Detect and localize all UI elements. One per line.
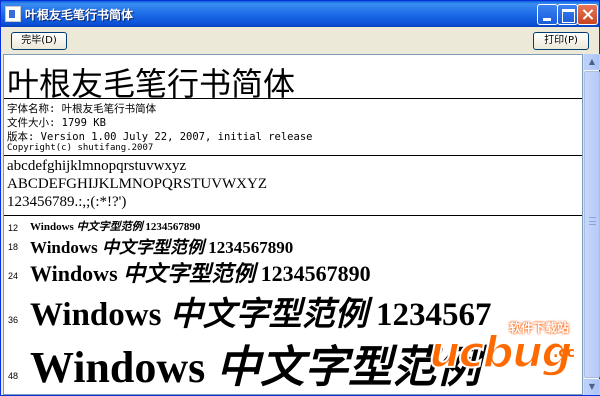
file-size-info: 文件大小: 1799 KB	[7, 117, 106, 129]
charset-digits: 123456789.:,;(:*!?')	[7, 194, 127, 210]
sample-latin: Windows	[30, 238, 98, 257]
grip-icon	[589, 217, 596, 225]
sample-latin: Windows	[30, 297, 162, 333]
minimize-button[interactable]	[537, 4, 558, 25]
done-button[interactable]: 完毕(D)	[11, 32, 67, 50]
sample-cjk: 中文字型范例	[123, 261, 256, 287]
copyright-info: Copyright(c) shutifang.2007	[7, 143, 154, 153]
sample-cjk: 中文字型范例	[101, 238, 204, 258]
scrollbar-thumb[interactable]	[584, 71, 600, 378]
title-bar[interactable]: 叶根友毛笔行书简体	[1, 1, 599, 27]
divider	[4, 98, 582, 99]
sample-line: Windows 中文字型范例 1234567	[30, 287, 491, 335]
size-label: 12	[8, 223, 19, 233]
sample-latin: Windows	[30, 261, 118, 286]
font-viewer-window: 叶根友毛笔行书简体 完毕(D) 打印(P) 叶根友毛笔行书简体 字体名称: 叶根…	[0, 0, 600, 396]
charset-uppercase: ABCDEFGHIJKLMNOPQRSTUVWXYZ	[7, 176, 268, 192]
sample-line: Windows 中文字型范例 1234567890	[30, 218, 200, 234]
app-icon[interactable]	[5, 6, 21, 22]
print-button[interactable]: 打印(P)	[533, 32, 589, 50]
divider	[4, 155, 582, 156]
size-label: 18	[8, 242, 19, 252]
scroll-up-arrow-icon[interactable]: ▲	[584, 54, 600, 70]
maximize-button[interactable]	[557, 4, 578, 25]
divider	[4, 215, 582, 216]
site-watermark-logo: 软件下载站 ucbug .cc	[428, 317, 579, 385]
vertical-scrollbar[interactable]: ▲ ▼	[583, 54, 600, 395]
size-label: 48	[8, 371, 19, 381]
sample-line: Windows 中文字型范例 1234567890	[30, 256, 371, 288]
watermark-suffix: .cc	[553, 345, 575, 361]
scroll-down-arrow-icon[interactable]: ▼	[584, 379, 600, 395]
sample-digits: 1234567890	[145, 221, 201, 233]
sample-digits: 1234567890	[260, 261, 371, 286]
close-button[interactable]	[577, 4, 598, 25]
sample-latin: Windows	[30, 221, 74, 233]
window-title: 叶根友毛笔行书简体	[25, 8, 134, 22]
size-label: 36	[8, 315, 19, 325]
sample-line: Windows 中文字型范例 1234567890	[30, 233, 293, 258]
sample-cjk: 中文字型范例	[76, 220, 143, 233]
charset-lowercase: abcdefghijklmnopqrstuvwxyz	[7, 158, 187, 174]
sample-digits: 1234567890	[208, 238, 294, 257]
sample-latin: Windows	[30, 343, 206, 392]
watermark-logo-text: ucbug	[428, 326, 574, 379]
sample-cjk: 中文字型范例	[169, 294, 368, 333]
sample-line: Windows 中文字型范例	[30, 331, 480, 394]
font-name-info: 字体名称: 叶根友毛笔行书简体	[7, 103, 157, 115]
toolbar: 完毕(D) 打印(P)	[1, 27, 599, 53]
size-label: 24	[8, 271, 19, 281]
version-info: 版本: Version 1.00 July 22, 2007, initial …	[7, 131, 313, 143]
